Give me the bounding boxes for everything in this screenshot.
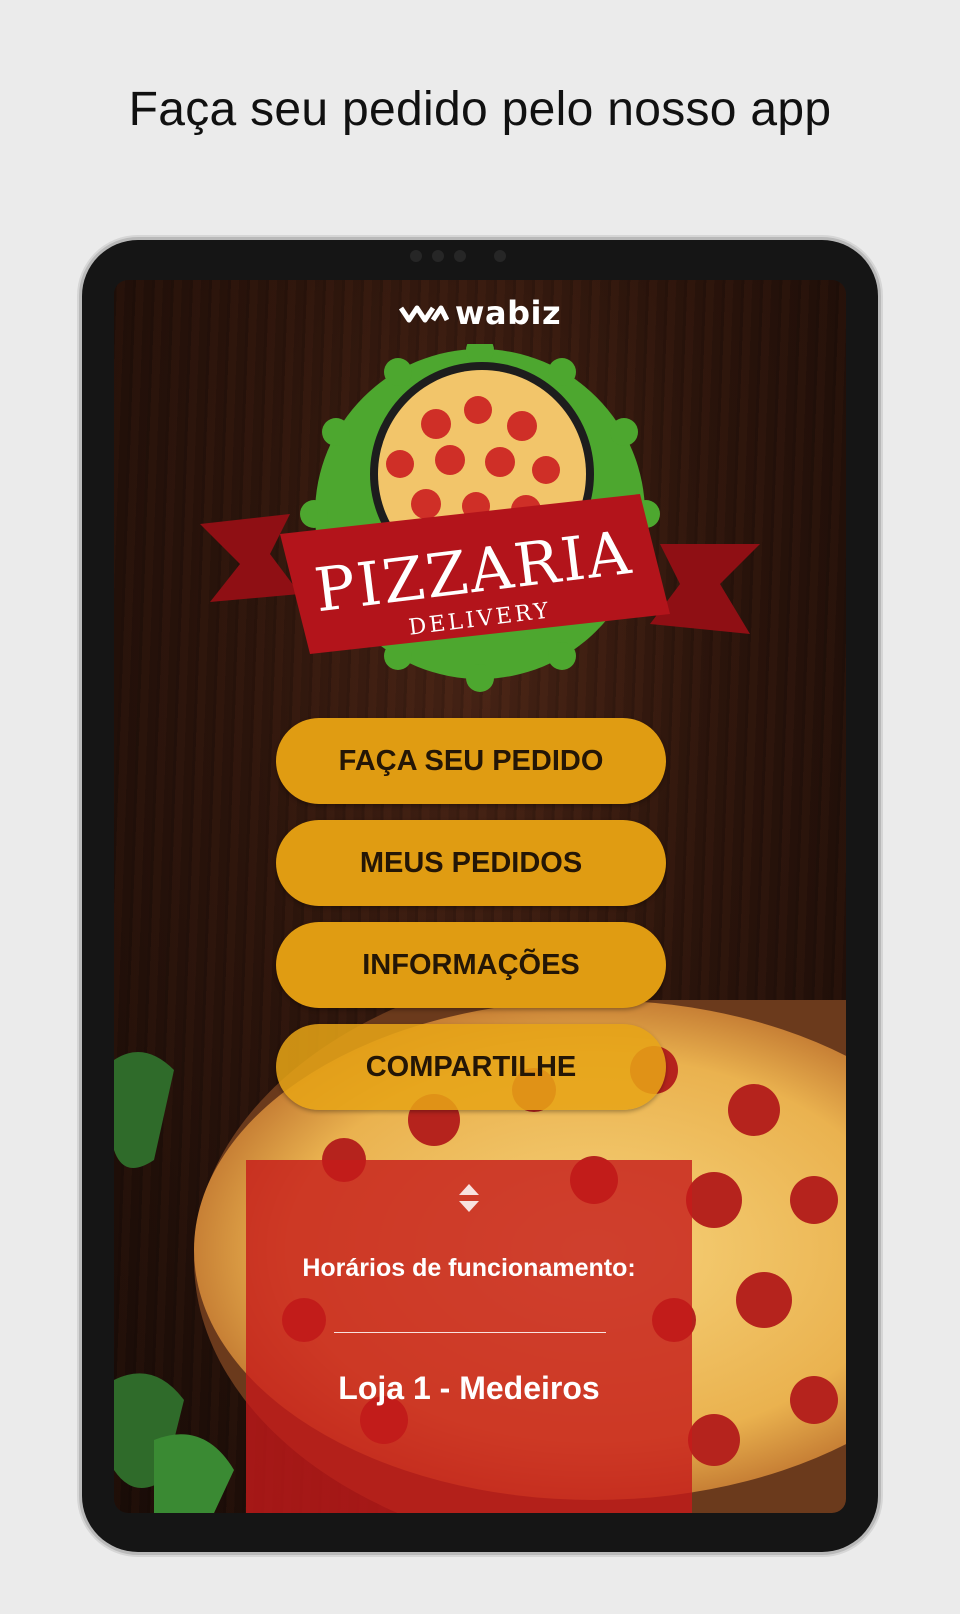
information-button[interactable]: INFORMAÇÕES [276,922,666,1008]
my-orders-button[interactable]: MEUS PEDIDOS [276,820,666,906]
page-headline: Faça seu pedido pelo nosso app [128,83,832,136]
order-button[interactable]: FAÇA SEU PEDIDO [276,718,666,804]
hours-title: Horários de funcionamento: [302,1254,636,1282]
pizzaria-logo: PIZZARIA DELIVERY [200,344,760,692]
camera-dot [410,250,422,262]
wabiz-logo-icon [398,305,449,323]
share-button[interactable]: COMPARTILHE [276,1024,666,1110]
brand-name: wabiz [454,294,562,332]
camera-dot [494,250,506,262]
main-menu: FAÇA SEU PEDIDO MEUS PEDIDOS INFORMAÇÕES… [276,718,666,1126]
hours-divider [334,1332,606,1333]
camera-dot [454,250,466,262]
store-name: Loja 1 - Medeiros [338,1370,600,1406]
expand-toggle-icon[interactable] [454,1180,484,1216]
brand-header: wabiz [114,294,846,332]
opening-hours-panel[interactable]: Horários de funcionamento: Loja 1 - Mede… [246,1160,692,1513]
camera-dot [432,250,444,262]
app-screen: wabiz PIZZARIA DELIVERY FAÇA SEU PEDIDO … [114,280,846,1513]
tablet-frame: wabiz PIZZARIA DELIVERY FAÇA SEU PEDIDO … [82,240,878,1552]
